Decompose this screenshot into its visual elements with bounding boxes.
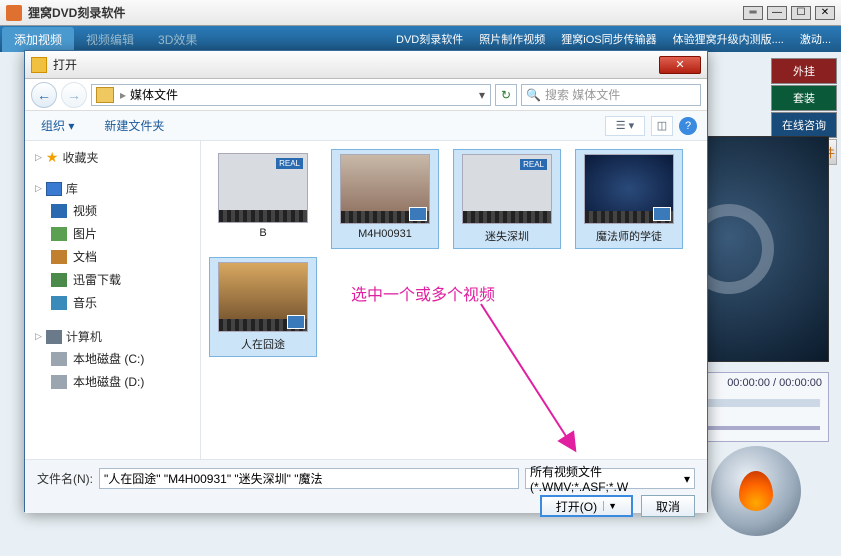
- filename-label: 文件名(N):: [37, 470, 93, 487]
- dialog-toolbar: 组织 ▾ 新建文件夹 ☰ ▾ ◫ ?: [25, 111, 707, 141]
- computer-icon: [46, 330, 62, 344]
- sb-favorites[interactable]: ▷★收藏夹: [35, 149, 190, 166]
- file-open-dialog: 打开 ✕ ← → ▸ 媒体文件 ▾ ↻ 🔍 搜索 媒体文件 组织 ▾ 新建文件夹…: [24, 50, 708, 512]
- sb-disk-c[interactable]: 本地磁盘 (C:): [35, 347, 190, 370]
- music-icon: [51, 296, 67, 310]
- app-titlebar: 狸窝DVD刻录软件 ═ — ☐ ✕: [0, 0, 841, 26]
- flame-icon: [739, 471, 773, 511]
- dialog-sidebar: ▷★收藏夹 ▷库 视频 图片 文档 迅雷下载 音乐 ▷计算机 本地磁盘 (C:)…: [25, 141, 201, 459]
- burn-button[interactable]: [711, 446, 801, 536]
- dialog-icon: [31, 57, 47, 73]
- address-bar[interactable]: ▸ 媒体文件 ▾: [91, 84, 491, 106]
- dialog-titlebar: 打开 ✕: [25, 51, 707, 79]
- file-thumb: [218, 262, 308, 332]
- win-extra-button[interactable]: ═: [743, 6, 763, 20]
- folder-icon: [96, 87, 114, 103]
- video-icon: [51, 204, 67, 218]
- dialog-close-button[interactable]: ✕: [659, 56, 701, 74]
- file-thumb: REAL: [462, 154, 552, 224]
- sb-disk-d[interactable]: 本地磁盘 (D:): [35, 370, 190, 393]
- new-folder-button[interactable]: 新建文件夹: [98, 115, 170, 136]
- sb-downloads[interactable]: 迅雷下载: [35, 268, 190, 291]
- search-icon: 🔍: [526, 88, 541, 102]
- address-path: 媒体文件: [128, 86, 180, 103]
- star-icon: ★: [46, 149, 59, 166]
- file-item[interactable]: REAL B: [209, 149, 317, 249]
- picture-icon: [51, 227, 67, 241]
- minimize-button[interactable]: —: [767, 6, 787, 20]
- tab-add-video[interactable]: 添加视频: [2, 27, 74, 52]
- window-buttons: ═ — ☐ ✕: [743, 6, 835, 20]
- app-title: 狸窝DVD刻录软件: [28, 4, 743, 21]
- preview-pane-button[interactable]: ◫: [651, 116, 673, 136]
- refresh-button[interactable]: ↻: [495, 84, 517, 106]
- tab-3d[interactable]: 3D效果: [146, 27, 209, 52]
- view-mode-button[interactable]: ☰ ▾: [605, 116, 645, 136]
- close-button[interactable]: ✕: [815, 6, 835, 20]
- file-thumb: [584, 154, 674, 224]
- organize-menu[interactable]: 组织 ▾: [35, 115, 80, 136]
- file-item[interactable]: ✓ REAL 迷失深圳: [453, 149, 561, 249]
- file-item[interactable]: ✓ M4H00931: [331, 149, 439, 249]
- nav-fwd-button[interactable]: →: [61, 82, 87, 108]
- link-activate[interactable]: 激动...: [792, 31, 839, 47]
- search-input[interactable]: 🔍 搜索 媒体文件: [521, 84, 701, 106]
- filename-input[interactable]: [99, 468, 519, 489]
- sb-pictures[interactable]: 图片: [35, 222, 190, 245]
- disk-icon: [51, 352, 67, 366]
- app-logo-icon: [6, 5, 22, 21]
- menubar: 添加视频 视频编辑 3D效果 DVD刻录软件 照片制作视频 狸窝iOS同步传输器…: [0, 26, 841, 52]
- download-icon: [51, 273, 67, 287]
- sb-computer[interactable]: ▷计算机: [35, 328, 190, 345]
- side-bundle[interactable]: 套装: [771, 85, 837, 111]
- open-button[interactable]: 打开(O)▼: [540, 495, 633, 517]
- help-button[interactable]: ?: [679, 117, 697, 135]
- nav-back-button[interactable]: ←: [31, 82, 57, 108]
- dialog-navbar: ← → ▸ 媒体文件 ▾ ↻ 🔍 搜索 媒体文件: [25, 79, 707, 111]
- link-dvd[interactable]: DVD刻录软件: [388, 31, 471, 47]
- document-icon: [51, 250, 67, 264]
- search-placeholder: 搜索 媒体文件: [545, 86, 620, 103]
- dialog-footer: 文件名(N): 所有视频文件(*.WMV;*.ASF;*.W▾ 打开(O)▼ 取…: [25, 459, 707, 513]
- side-plugin[interactable]: 外挂: [771, 58, 837, 84]
- file-thumb: REAL: [218, 153, 308, 223]
- sb-videos[interactable]: 视频: [35, 199, 190, 222]
- library-icon: [46, 182, 62, 196]
- sb-docs[interactable]: 文档: [35, 245, 190, 268]
- annotation-text: 选中一个或多个视频: [351, 281, 495, 305]
- cancel-button[interactable]: 取消: [641, 495, 695, 517]
- file-list: REAL B ✓ M4H00931 ✓ REAL 迷失深圳 ✓ 魔法师的学徒 ✓: [201, 141, 707, 459]
- link-upgrade[interactable]: 体验狸窝升级内测版....: [665, 31, 792, 47]
- sb-libraries[interactable]: ▷库: [35, 180, 190, 197]
- maximize-button[interactable]: ☐: [791, 6, 811, 20]
- link-photo[interactable]: 照片制作视频: [471, 31, 553, 47]
- tab-video-edit[interactable]: 视频编辑: [74, 27, 146, 52]
- disk-icon: [51, 375, 67, 389]
- sb-music[interactable]: 音乐: [35, 291, 190, 314]
- filetype-filter[interactable]: 所有视频文件(*.WMV;*.ASF;*.W▾: [525, 468, 695, 489]
- file-item[interactable]: ✓ 魔法师的学徒: [575, 149, 683, 249]
- dialog-title: 打开: [53, 56, 659, 73]
- file-thumb: [340, 154, 430, 224]
- annotation-arrow-icon: [471, 299, 591, 459]
- link-ios[interactable]: 狸窝iOS同步传输器: [553, 31, 664, 47]
- file-item[interactable]: ✓ 人在囧途: [209, 257, 317, 357]
- side-consult[interactable]: 在线咨询: [771, 112, 837, 138]
